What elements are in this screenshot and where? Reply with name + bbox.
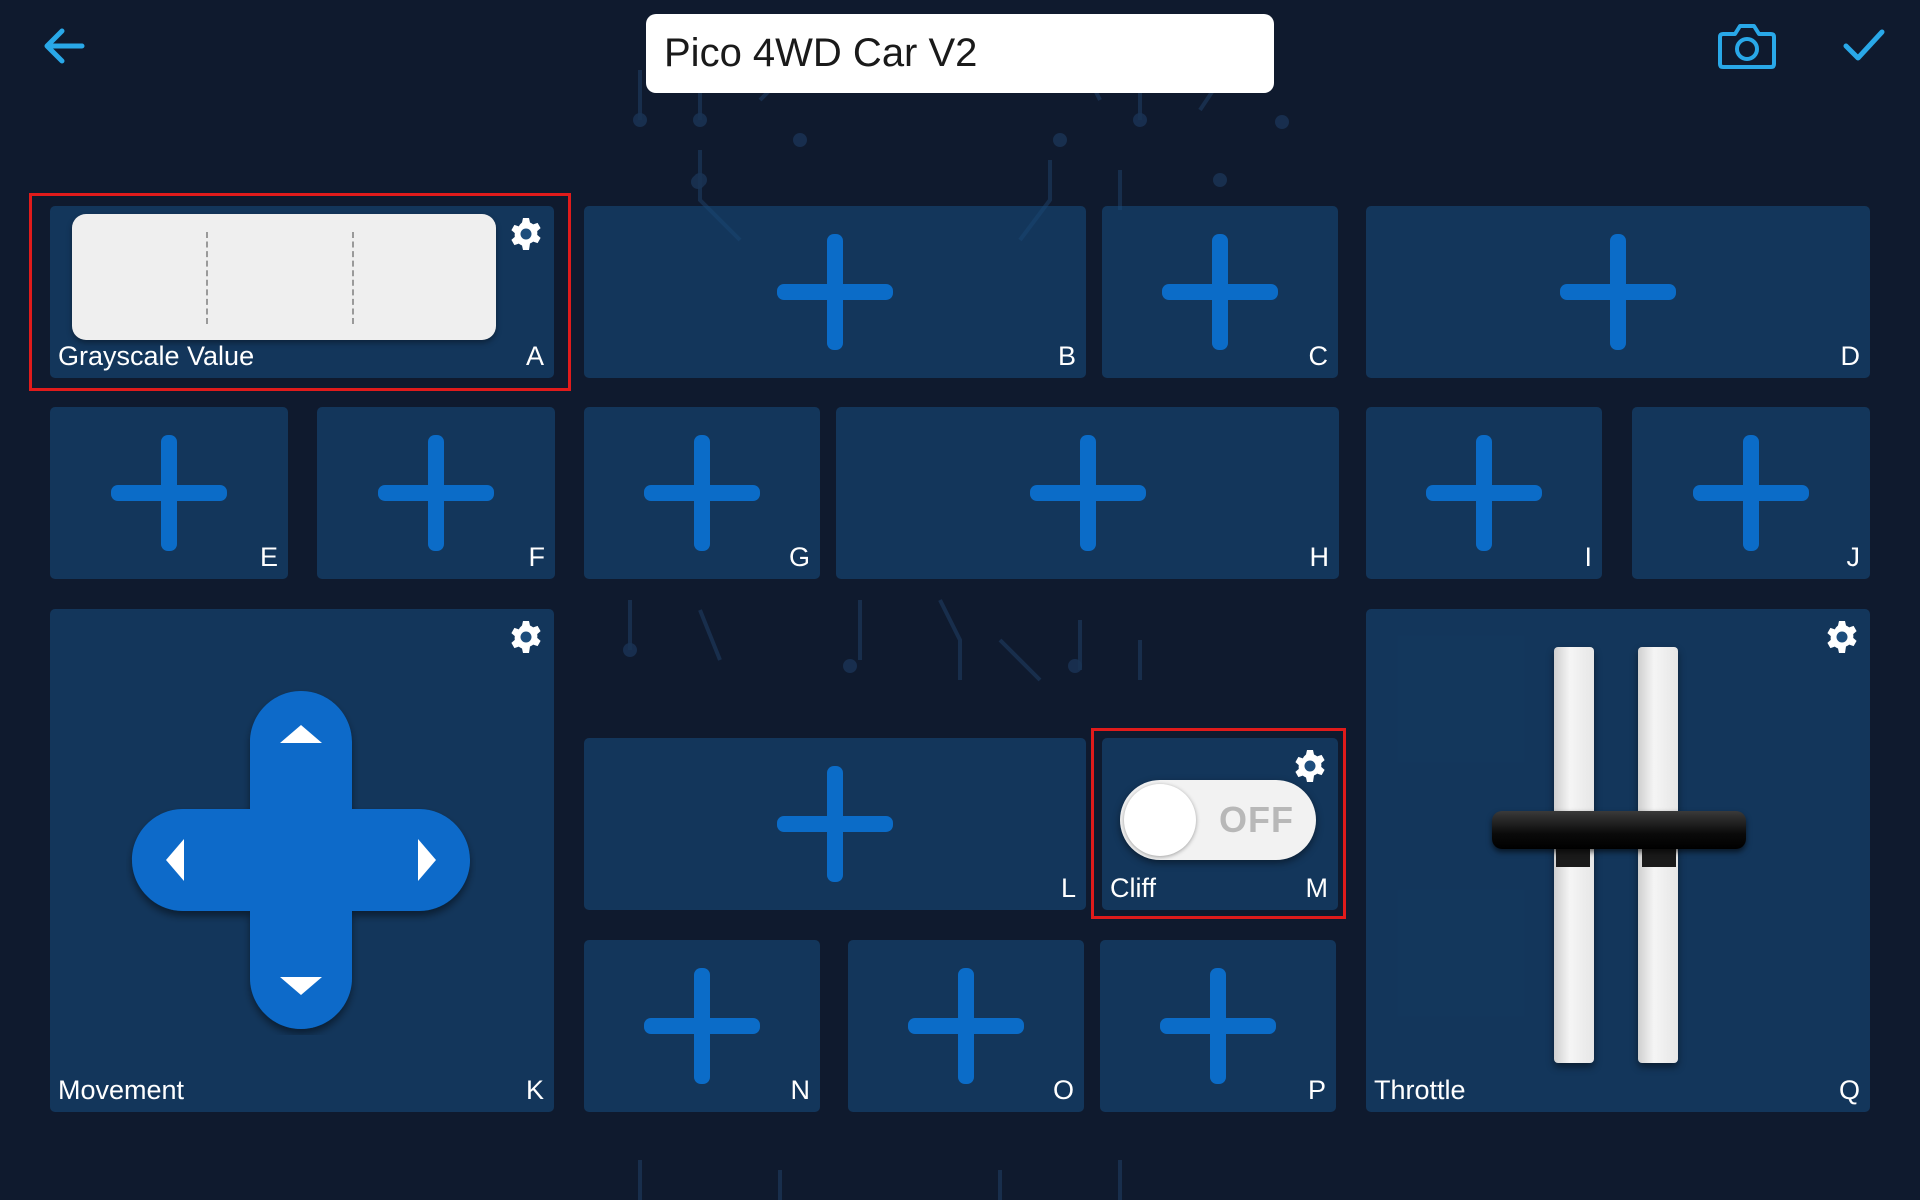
widget-label: Throttle	[1374, 1075, 1466, 1105]
widget-label: Movement	[58, 1075, 185, 1105]
throttle-peg-right	[1642, 849, 1676, 867]
widget-letter: N	[790, 1075, 811, 1105]
add-widget-button[interactable]	[908, 968, 1024, 1084]
widget-f-empty[interactable]: F	[317, 407, 555, 579]
title-input[interactable]	[664, 31, 1256, 76]
grayscale-display	[72, 214, 496, 340]
add-widget-button[interactable]	[777, 234, 893, 350]
widget-letter: K	[525, 1075, 544, 1105]
widget-a-grayscale[interactable]: Grayscale Value A	[50, 206, 554, 378]
widget-b-empty[interactable]: B	[584, 206, 1086, 378]
widget-letter: H	[1309, 542, 1330, 572]
widget-letter: C	[1308, 341, 1329, 371]
gear-icon[interactable]	[1824, 619, 1860, 655]
check-icon	[1843, 29, 1885, 61]
toggle-state-text: OFF	[1219, 799, 1294, 840]
grayscale-divider	[352, 232, 354, 324]
title-field[interactable]	[646, 14, 1274, 93]
widget-letter: M	[1305, 873, 1329, 903]
widget-p-empty[interactable]: P	[1100, 940, 1336, 1112]
widget-letter: L	[1060, 873, 1076, 903]
grayscale-divider	[206, 232, 208, 324]
confirm-button[interactable]	[1836, 18, 1892, 74]
widget-c-empty[interactable]: C	[1102, 206, 1338, 378]
toggle-knob	[1124, 784, 1196, 856]
widget-q-throttle[interactable]: Throttle Q	[1366, 609, 1870, 1112]
add-widget-button[interactable]	[111, 435, 227, 551]
widget-letter: D	[1840, 341, 1861, 371]
widget-k-movement[interactable]: Movement K	[50, 609, 554, 1112]
add-widget-button[interactable]	[1162, 234, 1278, 350]
add-widget-button[interactable]	[1426, 435, 1542, 551]
widget-label: Cliff	[1110, 873, 1157, 903]
add-widget-button[interactable]	[777, 766, 893, 882]
gear-icon[interactable]	[508, 216, 544, 252]
arrow-left-icon	[44, 28, 85, 64]
widget-l-empty[interactable]: L	[584, 738, 1086, 910]
add-widget-button[interactable]	[1693, 435, 1809, 551]
widget-m-cliff[interactable]: OFF Cliff M	[1102, 738, 1338, 910]
add-widget-button[interactable]	[644, 435, 760, 551]
widget-letter: E	[259, 542, 278, 572]
widget-letter: O	[1052, 1075, 1074, 1105]
cliff-toggle-switch[interactable]: OFF	[1120, 780, 1316, 860]
widget-letter: J	[1846, 542, 1861, 572]
widget-n-empty[interactable]: N	[584, 940, 820, 1112]
add-widget-button[interactable]	[644, 968, 760, 1084]
add-widget-button[interactable]	[1029, 435, 1146, 551]
back-button[interactable]	[38, 20, 90, 72]
throttle-peg-left	[1556, 849, 1590, 867]
add-widget-button[interactable]	[1560, 234, 1676, 350]
widget-e-empty[interactable]: E	[50, 407, 288, 579]
widget-label: Grayscale Value	[58, 341, 255, 371]
dpad-control[interactable]	[126, 685, 476, 1035]
widget-letter: B	[1057, 341, 1076, 371]
throttle-handle[interactable]	[1492, 811, 1746, 849]
widget-letter: F	[528, 542, 546, 572]
widget-h-empty[interactable]: H	[836, 407, 1339, 579]
widget-letter: P	[1307, 1075, 1326, 1105]
gear-icon[interactable]	[1292, 748, 1328, 784]
camera-icon	[1718, 24, 1776, 69]
widget-i-empty[interactable]: I	[1366, 407, 1602, 579]
widget-letter: G	[788, 542, 810, 572]
camera-button[interactable]	[1714, 16, 1780, 76]
widget-o-empty[interactable]: O	[848, 940, 1084, 1112]
widget-j-empty[interactable]: J	[1632, 407, 1870, 579]
gear-icon[interactable]	[508, 619, 544, 655]
widget-letter: Q	[1838, 1075, 1860, 1105]
widget-g-empty[interactable]: G	[584, 407, 820, 579]
add-widget-button[interactable]	[1160, 968, 1276, 1084]
widget-letter: A	[525, 341, 544, 371]
widget-d-empty[interactable]: D	[1366, 206, 1870, 378]
widget-letter: I	[1584, 542, 1592, 572]
add-widget-button[interactable]	[378, 435, 494, 551]
